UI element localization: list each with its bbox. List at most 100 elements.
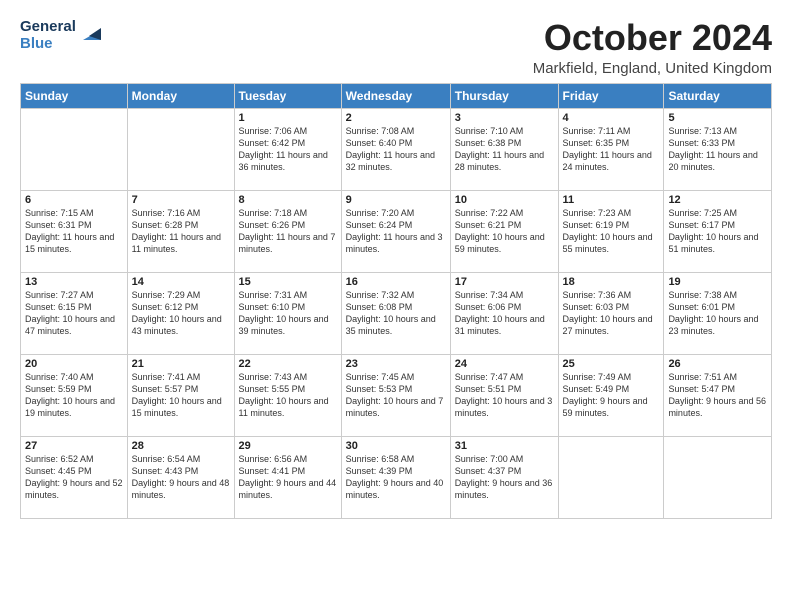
calendar-cell: 8 Sunrise: 7:18 AMSunset: 6:26 PMDayligh… [234, 190, 341, 272]
calendar-cell [127, 108, 234, 190]
day-number: 30 [346, 440, 446, 452]
month-title: October 2024 [533, 18, 772, 58]
calendar-cell: 3 Sunrise: 7:10 AMSunset: 6:38 PMDayligh… [450, 108, 558, 190]
calendar-week-3: 13 Sunrise: 7:27 AMSunset: 6:15 PMDaylig… [21, 272, 772, 354]
day-detail: Sunrise: 7:51 AMSunset: 5:47 PMDaylight:… [668, 371, 767, 420]
calendar-cell: 13 Sunrise: 7:27 AMSunset: 6:15 PMDaylig… [21, 272, 128, 354]
day-number: 20 [25, 358, 123, 370]
day-detail: Sunrise: 7:40 AMSunset: 5:59 PMDaylight:… [25, 371, 123, 420]
calendar-cell: 31 Sunrise: 7:00 AMSunset: 4:37 PMDaylig… [450, 436, 558, 518]
calendar-cell: 14 Sunrise: 7:29 AMSunset: 6:12 PMDaylig… [127, 272, 234, 354]
day-number: 4 [563, 112, 660, 124]
page: General Blue October 2024 Markfield, Eng… [0, 0, 792, 529]
day-number: 6 [25, 194, 123, 206]
day-detail: Sunrise: 7:15 AMSunset: 6:31 PMDaylight:… [25, 207, 123, 256]
day-detail: Sunrise: 7:10 AMSunset: 6:38 PMDaylight:… [455, 125, 554, 174]
logo-line1: General [20, 18, 76, 35]
day-detail: Sunrise: 6:58 AMSunset: 4:39 PMDaylight:… [346, 453, 446, 502]
day-detail: Sunrise: 7:41 AMSunset: 5:57 PMDaylight:… [132, 371, 230, 420]
calendar-cell: 20 Sunrise: 7:40 AMSunset: 5:59 PMDaylig… [21, 354, 128, 436]
col-header-sunday: Sunday [21, 83, 128, 108]
calendar-cell: 9 Sunrise: 7:20 AMSunset: 6:24 PMDayligh… [341, 190, 450, 272]
day-detail: Sunrise: 7:49 AMSunset: 5:49 PMDaylight:… [563, 371, 660, 420]
day-number: 16 [346, 276, 446, 288]
day-number: 17 [455, 276, 554, 288]
day-detail: Sunrise: 7:31 AMSunset: 6:10 PMDaylight:… [239, 289, 337, 338]
calendar-cell: 5 Sunrise: 7:13 AMSunset: 6:33 PMDayligh… [664, 108, 772, 190]
calendar-cell: 17 Sunrise: 7:34 AMSunset: 6:06 PMDaylig… [450, 272, 558, 354]
day-number: 11 [563, 194, 660, 206]
day-number: 22 [239, 358, 337, 370]
calendar-cell [558, 436, 664, 518]
calendar-cell: 10 Sunrise: 7:22 AMSunset: 6:21 PMDaylig… [450, 190, 558, 272]
day-detail: Sunrise: 7:00 AMSunset: 4:37 PMDaylight:… [455, 453, 554, 502]
day-number: 26 [668, 358, 767, 370]
calendar-week-5: 27 Sunrise: 6:52 AMSunset: 4:45 PMDaylig… [21, 436, 772, 518]
calendar-cell [664, 436, 772, 518]
day-number: 9 [346, 194, 446, 206]
calendar-cell: 2 Sunrise: 7:08 AMSunset: 6:40 PMDayligh… [341, 108, 450, 190]
calendar-cell: 15 Sunrise: 7:31 AMSunset: 6:10 PMDaylig… [234, 272, 341, 354]
col-header-monday: Monday [127, 83, 234, 108]
calendar-cell: 6 Sunrise: 7:15 AMSunset: 6:31 PMDayligh… [21, 190, 128, 272]
calendar-cell: 29 Sunrise: 6:56 AMSunset: 4:41 PMDaylig… [234, 436, 341, 518]
calendar-week-4: 20 Sunrise: 7:40 AMSunset: 5:59 PMDaylig… [21, 354, 772, 436]
header: General Blue October 2024 Markfield, Eng… [20, 18, 772, 77]
day-detail: Sunrise: 7:20 AMSunset: 6:24 PMDaylight:… [346, 207, 446, 256]
day-number: 3 [455, 112, 554, 124]
location: Markfield, England, United Kingdom [533, 60, 772, 77]
day-number: 23 [346, 358, 446, 370]
calendar-cell: 21 Sunrise: 7:41 AMSunset: 5:57 PMDaylig… [127, 354, 234, 436]
day-detail: Sunrise: 7:11 AMSunset: 6:35 PMDaylight:… [563, 125, 660, 174]
day-detail: Sunrise: 7:29 AMSunset: 6:12 PMDaylight:… [132, 289, 230, 338]
title-block: October 2024 Markfield, England, United … [533, 18, 772, 77]
day-number: 25 [563, 358, 660, 370]
calendar-cell: 11 Sunrise: 7:23 AMSunset: 6:19 PMDaylig… [558, 190, 664, 272]
day-number: 29 [239, 440, 337, 452]
col-header-saturday: Saturday [664, 83, 772, 108]
day-detail: Sunrise: 7:38 AMSunset: 6:01 PMDaylight:… [668, 289, 767, 338]
day-detail: Sunrise: 7:18 AMSunset: 6:26 PMDaylight:… [239, 207, 337, 256]
day-detail: Sunrise: 7:22 AMSunset: 6:21 PMDaylight:… [455, 207, 554, 256]
day-detail: Sunrise: 7:45 AMSunset: 5:53 PMDaylight:… [346, 371, 446, 420]
logo-line2: Blue [20, 35, 76, 52]
day-number: 1 [239, 112, 337, 124]
day-detail: Sunrise: 7:34 AMSunset: 6:06 PMDaylight:… [455, 289, 554, 338]
day-detail: Sunrise: 7:36 AMSunset: 6:03 PMDaylight:… [563, 289, 660, 338]
day-number: 19 [668, 276, 767, 288]
day-detail: Sunrise: 7:32 AMSunset: 6:08 PMDaylight:… [346, 289, 446, 338]
calendar-cell: 1 Sunrise: 7:06 AMSunset: 6:42 PMDayligh… [234, 108, 341, 190]
day-number: 27 [25, 440, 123, 452]
calendar-table: SundayMondayTuesdayWednesdayThursdayFrid… [20, 83, 772, 519]
day-detail: Sunrise: 7:16 AMSunset: 6:28 PMDaylight:… [132, 207, 230, 256]
calendar-cell: 26 Sunrise: 7:51 AMSunset: 5:47 PMDaylig… [664, 354, 772, 436]
day-detail: Sunrise: 6:56 AMSunset: 4:41 PMDaylight:… [239, 453, 337, 502]
day-number: 13 [25, 276, 123, 288]
day-detail: Sunrise: 7:23 AMSunset: 6:19 PMDaylight:… [563, 207, 660, 256]
calendar-cell: 25 Sunrise: 7:49 AMSunset: 5:49 PMDaylig… [558, 354, 664, 436]
day-number: 28 [132, 440, 230, 452]
day-detail: Sunrise: 7:27 AMSunset: 6:15 PMDaylight:… [25, 289, 123, 338]
calendar-cell: 30 Sunrise: 6:58 AMSunset: 4:39 PMDaylig… [341, 436, 450, 518]
col-header-friday: Friday [558, 83, 664, 108]
day-detail: Sunrise: 7:13 AMSunset: 6:33 PMDaylight:… [668, 125, 767, 174]
day-detail: Sunrise: 6:54 AMSunset: 4:43 PMDaylight:… [132, 453, 230, 502]
day-number: 10 [455, 194, 554, 206]
day-number: 21 [132, 358, 230, 370]
day-number: 7 [132, 194, 230, 206]
calendar-cell [21, 108, 128, 190]
day-detail: Sunrise: 7:43 AMSunset: 5:55 PMDaylight:… [239, 371, 337, 420]
col-header-wednesday: Wednesday [341, 83, 450, 108]
calendar-cell: 16 Sunrise: 7:32 AMSunset: 6:08 PMDaylig… [341, 272, 450, 354]
calendar-cell: 28 Sunrise: 6:54 AMSunset: 4:43 PMDaylig… [127, 436, 234, 518]
calendar-cell: 18 Sunrise: 7:36 AMSunset: 6:03 PMDaylig… [558, 272, 664, 354]
logo-arrow-icon [79, 22, 101, 44]
calendar-cell: 24 Sunrise: 7:47 AMSunset: 5:51 PMDaylig… [450, 354, 558, 436]
day-number: 12 [668, 194, 767, 206]
calendar-header-row: SundayMondayTuesdayWednesdayThursdayFrid… [21, 83, 772, 108]
day-number: 24 [455, 358, 554, 370]
calendar-week-2: 6 Sunrise: 7:15 AMSunset: 6:31 PMDayligh… [21, 190, 772, 272]
calendar-body: 1 Sunrise: 7:06 AMSunset: 6:42 PMDayligh… [21, 108, 772, 518]
day-number: 18 [563, 276, 660, 288]
day-number: 14 [132, 276, 230, 288]
